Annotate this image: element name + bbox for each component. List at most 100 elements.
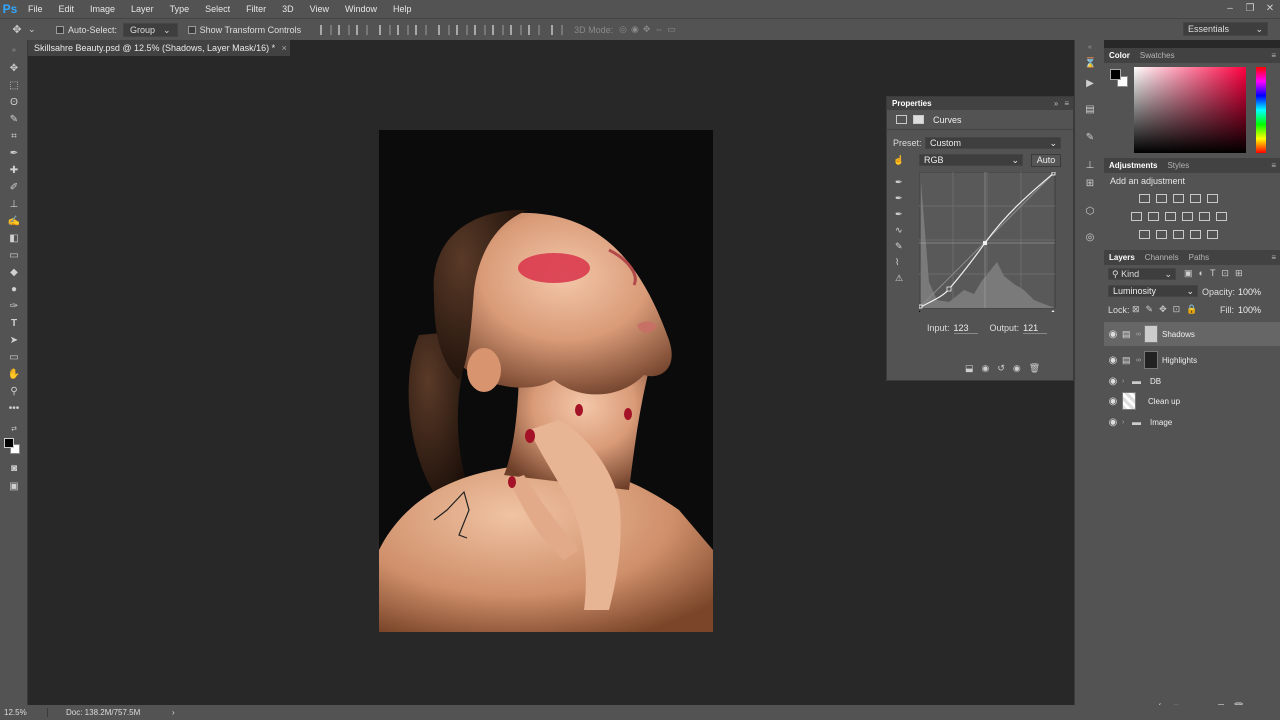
menu-type[interactable]: Type: [162, 0, 198, 18]
black-white-icon[interactable]: [1165, 212, 1176, 221]
dodge-tool-icon[interactable]: ●: [6, 283, 22, 297]
layer-filter-icons[interactable]: ▣◐T⊡⊞: [1184, 268, 1249, 279]
foreground-color-swatch[interactable]: [4, 438, 14, 448]
clone-source-icon[interactable]: ⊥: [1084, 160, 1096, 172]
tab-color[interactable]: Color: [1109, 51, 1130, 60]
curves-adjustment-icon[interactable]: [896, 115, 907, 124]
align-right-icon[interactable]: [415, 24, 428, 35]
menu-filter[interactable]: Filter: [238, 0, 274, 18]
menu-edit[interactable]: Edit: [51, 0, 83, 18]
filter-kind-dropdown[interactable]: ⚲ Kind ⌄: [1108, 268, 1176, 280]
visibility-icon[interactable]: ◉: [1013, 363, 1021, 374]
healing-brush-tool-icon[interactable]: ✚: [6, 164, 22, 178]
menu-file[interactable]: File: [20, 0, 51, 18]
history-panel-icon[interactable]: ⌛: [1084, 58, 1096, 70]
blur-tool-icon[interactable]: ◆: [6, 266, 22, 280]
fill-value[interactable]: 100%: [1238, 305, 1261, 315]
visibility-eye-icon[interactable]: ◉: [1104, 376, 1122, 387]
exposure-icon[interactable]: [1190, 194, 1201, 203]
distribute-center-icon[interactable]: [510, 24, 523, 35]
white-point-eyedropper-icon[interactable]: ✒: [895, 206, 907, 222]
channel-dropdown[interactable]: RGB ⌄: [919, 154, 1023, 166]
tab-styles[interactable]: Styles: [1167, 161, 1189, 170]
channel-mixer-icon[interactable]: [1199, 212, 1210, 221]
disclosure-arrow-icon[interactable]: ›: [1122, 419, 1132, 426]
quick-select-tool-icon[interactable]: ✎: [6, 113, 22, 127]
collapse-panel-icon[interactable]: »: [1054, 99, 1058, 108]
tab-layers[interactable]: Layers: [1109, 253, 1135, 262]
disclosure-arrow-icon[interactable]: ›: [1122, 378, 1132, 385]
actions-panel-icon[interactable]: ▶: [1084, 78, 1096, 90]
3d-panel-icon[interactable]: ⬡: [1084, 206, 1096, 218]
more-tools-icon[interactable]: •••: [6, 402, 22, 416]
targeted-adjust-icon[interactable]: ☝: [893, 155, 904, 166]
layer-thumbnail[interactable]: [1122, 392, 1136, 410]
color-picker-field[interactable]: [1134, 67, 1246, 153]
align-center-icon[interactable]: [397, 24, 410, 35]
panel-menu-icon[interactable]: ≡: [1064, 99, 1069, 108]
posterize-icon[interactable]: [1156, 230, 1167, 239]
menu-image[interactable]: Image: [82, 0, 123, 18]
document-image[interactable]: [379, 130, 713, 632]
layer-row[interactable]: ◉ › ▬ DB: [1104, 371, 1280, 391]
smooth-icon[interactable]: ⌇: [895, 254, 907, 270]
input-value[interactable]: 123: [953, 323, 978, 334]
menu-layer[interactable]: Layer: [123, 0, 162, 18]
character-panel-icon[interactable]: ⊞: [1084, 178, 1096, 190]
blend-mode-dropdown[interactable]: Luminosity ⌄: [1108, 285, 1198, 297]
vibrance-icon[interactable]: [1207, 194, 1218, 203]
auto-select-dropdown[interactable]: Group ⌄: [123, 22, 178, 37]
photo-filter-icon[interactable]: [1182, 212, 1193, 221]
align-middle-icon[interactable]: [338, 24, 351, 35]
layer-row[interactable]: ◉ ▤ ∞ Highlights: [1104, 348, 1280, 372]
align-left-icon[interactable]: [379, 24, 392, 35]
delete-adjustment-icon[interactable]: 🗑: [1029, 363, 1040, 374]
layer-mask-icon[interactable]: [913, 115, 924, 124]
distribute-middle-icon[interactable]: [456, 24, 469, 35]
tab-adjustments[interactable]: Adjustments: [1109, 161, 1157, 170]
visibility-eye-icon[interactable]: ◉: [1104, 329, 1122, 340]
path-selection-tool-icon[interactable]: ➤: [6, 334, 22, 348]
tool-preset-chevron-icon[interactable]: ⌄: [28, 24, 42, 35]
gray-point-eyedropper-icon[interactable]: ✒: [895, 190, 907, 206]
auto-button[interactable]: Auto: [1031, 154, 1061, 167]
layer-row[interactable]: ◉ ▤ ∞ Shadows: [1104, 322, 1280, 346]
lasso-tool-icon[interactable]: ʘ: [6, 96, 22, 110]
brushes-panel-icon[interactable]: ✎: [1084, 132, 1096, 144]
brush-tool-icon[interactable]: ✐: [6, 181, 22, 195]
panel-menu-icon[interactable]: ≡: [1271, 51, 1276, 60]
hand-tool-icon[interactable]: ✋: [6, 368, 22, 382]
pen-tool-icon[interactable]: ✑: [6, 300, 22, 314]
move-tool-icon[interactable]: ✥: [10, 23, 24, 37]
show-transform-checkbox[interactable]: [187, 25, 196, 34]
restore-button[interactable]: ❐: [1240, 0, 1260, 18]
tab-swatches[interactable]: Swatches: [1140, 51, 1175, 60]
layer-row[interactable]: ◉ Clean up: [1104, 391, 1280, 411]
menu-select[interactable]: Select: [197, 0, 238, 18]
curves-graph[interactable]: [919, 172, 1057, 312]
screen-mode-icon[interactable]: ▣: [6, 480, 22, 494]
menu-help[interactable]: Help: [385, 0, 420, 18]
properties-panel-icon[interactable]: ▤: [1084, 104, 1096, 116]
pencil-tool-icon[interactable]: ✎: [895, 238, 907, 254]
color-lookup-icon[interactable]: [1216, 212, 1227, 221]
menu-window[interactable]: Window: [337, 0, 385, 18]
hue-saturation-icon[interactable]: [1131, 212, 1142, 221]
clipping-warning-icon[interactable]: ⚠: [895, 270, 907, 286]
quick-mask-icon[interactable]: ◙: [6, 462, 22, 476]
zoom-level[interactable]: 12.5%: [0, 708, 48, 717]
crop-tool-icon[interactable]: ⌗: [6, 130, 22, 144]
panel-menu-icon[interactable]: ≡: [1271, 253, 1276, 262]
foreground-color-swatch[interactable]: [1110, 69, 1121, 80]
layer-mask-thumbnail[interactable]: [1144, 325, 1158, 343]
layer-mask-thumbnail[interactable]: [1144, 351, 1158, 369]
threshold-icon[interactable]: [1173, 230, 1184, 239]
tab-properties[interactable]: Properties: [892, 99, 932, 108]
minimize-button[interactable]: –: [1220, 0, 1240, 18]
close-tab-icon[interactable]: ×: [282, 43, 287, 53]
black-point-eyedropper-icon[interactable]: ✒: [895, 174, 907, 190]
gradient-tool-icon[interactable]: ▭: [6, 249, 22, 263]
menu-3d[interactable]: 3D: [274, 0, 302, 18]
clone-stamp-tool-icon[interactable]: ⊥: [6, 198, 22, 212]
distribute-bottom-icon[interactable]: [474, 24, 487, 35]
